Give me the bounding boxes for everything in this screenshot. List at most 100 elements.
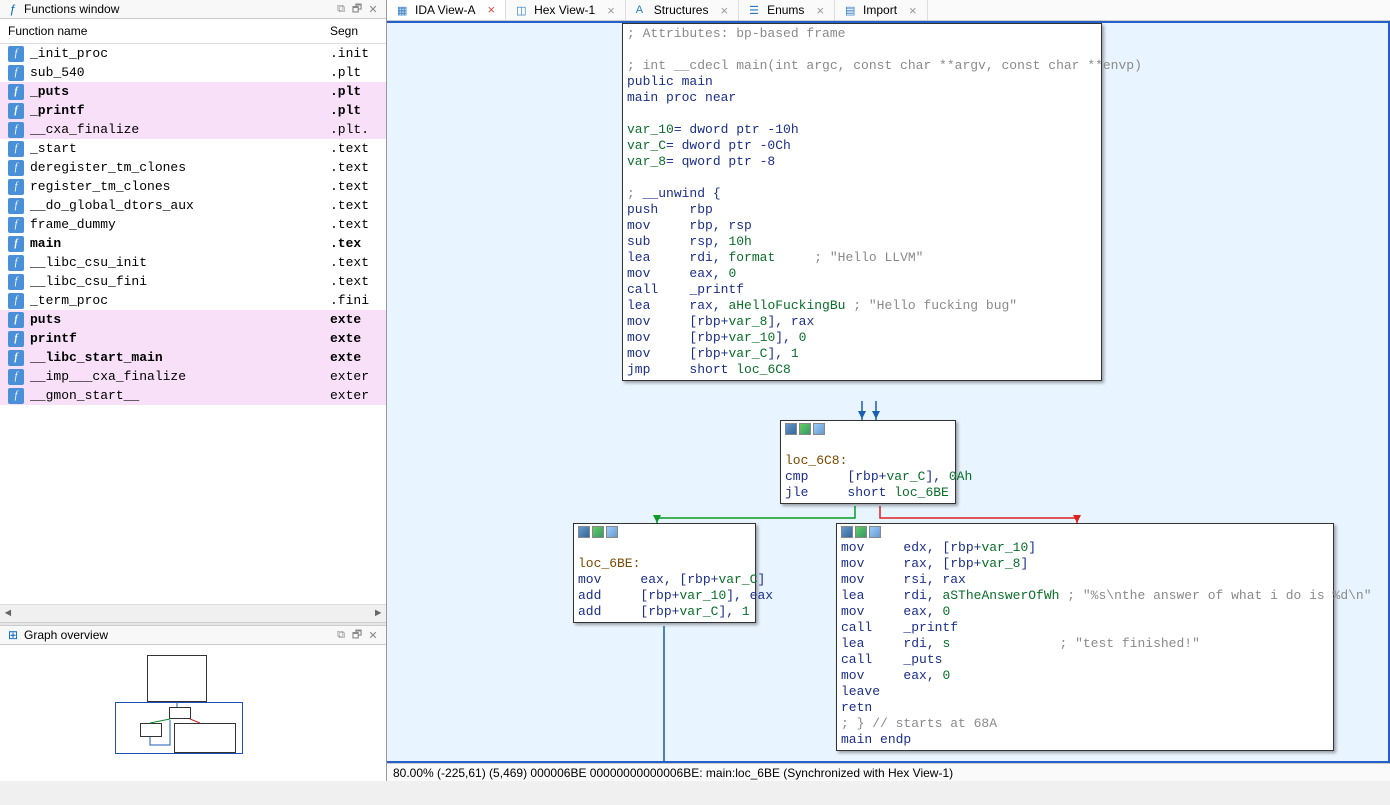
function-row[interactable]: f __cxa_finalize .plt.	[0, 120, 386, 139]
status-bar: 80.00% (-225,61) (5,469) 000006BE 000000…	[387, 763, 1390, 781]
function-rows[interactable]: f _init_proc .initf sub_540 .pltf _puts …	[0, 44, 386, 604]
function-row[interactable]: f main .tex	[0, 234, 386, 253]
tab-hex-view-1[interactable]: ◫ Hex View-1 ×	[506, 0, 626, 20]
function-row[interactable]: f _init_proc .init	[0, 44, 386, 63]
function-segment: .plt.	[330, 122, 378, 137]
ov-block	[147, 655, 207, 702]
tab-close-icon[interactable]: ×	[816, 3, 824, 18]
function-icon: f	[8, 236, 24, 252]
col-function-name[interactable]: Function name	[8, 24, 330, 38]
function-row[interactable]: f printf exte	[0, 329, 386, 348]
status-text: 80.00% (-225,61) (5,469) 000006BE 000000…	[393, 766, 953, 780]
function-segment: .text	[330, 179, 378, 194]
function-row[interactable]: f __imp___cxa_finalize exter	[0, 367, 386, 386]
function-row[interactable]: f frame_dummy .text	[0, 215, 386, 234]
restore-button[interactable]: ⧉	[334, 2, 348, 16]
block-icon[interactable]	[869, 526, 881, 538]
tab-import[interactable]: ▤ Import ×	[835, 0, 928, 20]
scroll-right-icon[interactable]: ►	[370, 608, 386, 620]
block-icon[interactable]	[592, 526, 604, 538]
graph-block-exit[interactable]: mov edx, [rbp+var_10]mov rax, [rbp+var_8…	[836, 523, 1334, 751]
function-name: _term_proc	[30, 293, 330, 308]
col-segment[interactable]: Segn	[330, 24, 378, 38]
function-segment: .init	[330, 46, 378, 61]
block-icon[interactable]	[606, 526, 618, 538]
function-row[interactable]: f _term_proc .fini	[0, 291, 386, 310]
tab-close-icon[interactable]: ×	[720, 3, 728, 18]
function-segment: exter	[330, 369, 378, 384]
functions-title-text: Functions window	[24, 2, 119, 16]
tab-structures[interactable]: A Structures ×	[626, 0, 739, 20]
function-icon: f	[8, 179, 24, 195]
tab-enums[interactable]: ☰ Enums ×	[739, 0, 835, 20]
tab-close-icon[interactable]: ×	[487, 2, 495, 17]
function-segment: .plt	[330, 103, 378, 118]
graph-block-loc6be[interactable]: loc_6BE:mov eax, [rbp+var_C]add [rbp+var…	[573, 523, 756, 623]
function-row[interactable]: f _puts .plt	[0, 82, 386, 101]
tab-label: Structures	[654, 3, 709, 17]
right-panel: ▦ IDA View-A ×◫ Hex View-1 ×A Structures…	[387, 0, 1390, 781]
block-icon[interactable]	[855, 526, 867, 538]
close-button[interactable]: ✕	[366, 628, 380, 642]
graph-overview-canvas[interactable]	[0, 645, 386, 781]
function-row[interactable]: f __gmon_start__ exter	[0, 386, 386, 405]
function-row[interactable]: f __libc_csu_fini .text	[0, 272, 386, 291]
function-row[interactable]: f deregister_tm_clones .text	[0, 158, 386, 177]
graph-view[interactable]: ; Attributes: bp-based frame ; int __cde…	[387, 21, 1390, 763]
ov-viewport[interactable]	[115, 702, 243, 754]
function-row[interactable]: f __do_global_dtors_aux .text	[0, 196, 386, 215]
function-icon: f	[8, 84, 24, 100]
function-icon: f	[8, 350, 24, 366]
function-row[interactable]: f _printf .plt	[0, 101, 386, 120]
tab-close-icon[interactable]: ×	[607, 3, 615, 18]
function-icon: f	[8, 141, 24, 157]
function-row[interactable]: f __libc_start_main exte	[0, 348, 386, 367]
block-icon[interactable]	[813, 423, 825, 435]
graph-icon: ⊞	[6, 628, 20, 642]
block-icon[interactable]	[799, 423, 811, 435]
block-icon[interactable]	[841, 526, 853, 538]
function-segment: .text	[330, 217, 378, 232]
block-header-icons[interactable]	[785, 423, 951, 435]
left-panel: ƒ Functions window ⧉ 🗗 ✕ Function name S…	[0, 0, 387, 781]
graph-block-main[interactable]: ; Attributes: bp-based frame ; int __cde…	[622, 23, 1102, 381]
restore-button[interactable]: ⧉	[334, 628, 348, 642]
tab-close-icon[interactable]: ×	[909, 3, 917, 18]
tab-label: Hex View-1	[534, 3, 595, 17]
block-header-icons[interactable]	[841, 526, 1329, 538]
function-segment: .text	[330, 160, 378, 175]
graph-overview-panel: ⊞ Graph overview ⧉ 🗗 ✕	[0, 626, 386, 781]
function-row[interactable]: f register_tm_clones .text	[0, 177, 386, 196]
maximize-button[interactable]: 🗗	[350, 2, 364, 16]
graph-block-loc6c8[interactable]: loc_6C8:cmp [rbp+var_C], 0Ahjle short lo…	[780, 420, 956, 504]
function-row[interactable]: f __libc_csu_init .text	[0, 253, 386, 272]
function-row[interactable]: f sub_540 .plt	[0, 63, 386, 82]
function-icon: f	[8, 198, 24, 214]
function-icon: f	[8, 255, 24, 271]
tab-ida-view-a[interactable]: ▦ IDA View-A ×	[387, 0, 506, 20]
tab-icon: ☰	[749, 4, 761, 16]
scroll-left-icon[interactable]: ◄	[0, 608, 16, 620]
function-name: __do_global_dtors_aux	[30, 198, 330, 213]
tab-icon: ▤	[845, 4, 857, 16]
graph-overview-text: Graph overview	[24, 628, 108, 642]
function-segment: .tex	[330, 236, 378, 251]
block-icon[interactable]	[578, 526, 590, 538]
functions-header[interactable]: Function name Segn	[0, 19, 386, 44]
close-button[interactable]: ✕	[366, 2, 380, 16]
function-icon: f	[8, 293, 24, 309]
block-header-icons[interactable]	[578, 526, 751, 538]
function-row[interactable]: f _start .text	[0, 139, 386, 158]
function-name: printf	[30, 331, 330, 346]
function-icon: f	[8, 122, 24, 138]
function-icon: ƒ	[6, 2, 20, 16]
function-row[interactable]: f puts exte	[0, 310, 386, 329]
function-icon: f	[8, 103, 24, 119]
tab-label: Import	[863, 3, 897, 17]
function-icon: f	[8, 46, 24, 62]
block-icon[interactable]	[785, 423, 797, 435]
function-name: _printf	[30, 103, 330, 118]
functions-hscroll[interactable]: ◄ ►	[0, 604, 386, 622]
maximize-button[interactable]: 🗗	[350, 628, 364, 642]
function-segment: exter	[330, 388, 378, 403]
